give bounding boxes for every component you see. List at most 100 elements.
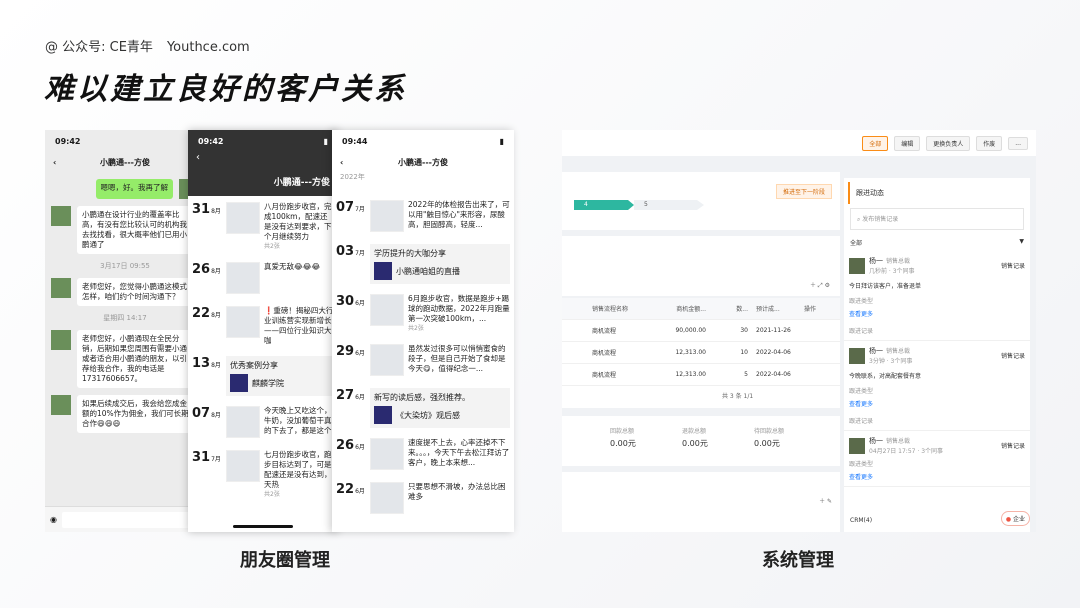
total-label: 待回款总额: [754, 428, 785, 435]
table-row[interactable]: 商机流程 90,000.00 30 2021-11-26: [562, 320, 840, 342]
filter-select[interactable]: 全部: [850, 238, 862, 247]
moment-entry[interactable]: 226月 只要思想不滑坡，办法总比困难多: [332, 476, 514, 520]
moment-image[interactable]: [370, 344, 404, 376]
toolbar-button[interactable]: ...: [1008, 136, 1028, 150]
moment-image[interactable]: [226, 262, 260, 294]
moment-image[interactable]: [370, 438, 404, 470]
photo-count: 共2张: [264, 491, 280, 498]
battery-icon: ▮: [323, 136, 328, 146]
month-label: 6月: [355, 300, 365, 307]
enterprise-chip[interactable]: ● 企业: [1000, 511, 1030, 526]
toolbar-button[interactable]: 作废: [976, 135, 1003, 151]
avatar[interactable]: [51, 395, 71, 415]
shared-link[interactable]: 学历提升的大咖分享 小鹏通咱姐的直播: [370, 244, 510, 284]
moment-entry[interactable]: 276月 新写的读后感，强烈推荐。 《大染坊》观后感: [332, 382, 514, 432]
moment-image[interactable]: [226, 306, 260, 338]
day-number: 13: [192, 356, 211, 371]
chat-message[interactable]: 老师您好，您觉得小鹏通这模式怎样，咱们约个时间沟通下？: [51, 278, 199, 306]
moment-text: 6月跑步收官，数据是跑步+踢球的跑动数据，2022年月跑量第一次突破100km，…: [408, 294, 510, 334]
pager[interactable]: 共 3 条 1/1: [562, 386, 840, 408]
user-name: 杨一: [869, 347, 883, 355]
activity-text: 今晚联系，对高配套餐有意: [849, 373, 922, 380]
activity-input[interactable]: ⌕ 发布销售记录: [850, 208, 1024, 230]
activity-list: 杨一 销售总裁 几秒前 · 3个同事 销售记录 今日拜访该客户，准备退单 跟进类型 查看更多…: [844, 251, 1030, 487]
moment-entry[interactable]: 296月 虽然发过很多可以悄悄蜜食的段子，但是自己开始了食却是今天😋，值得纪念一.…: [332, 338, 514, 382]
total-value: 0.00元: [754, 439, 780, 448]
table-row[interactable]: 商机流程 12,313.00 5 2022-04-06: [562, 364, 840, 386]
avatar[interactable]: [849, 347, 865, 364]
view-more-link[interactable]: 查看更多: [849, 309, 1025, 318]
table-row[interactable]: 商机流程 12,313.00 10 2022-04-06: [562, 342, 840, 364]
voice-icon[interactable]: ◉: [50, 515, 57, 524]
avatar[interactable]: [849, 257, 865, 274]
column-header[interactable]: 数...: [712, 304, 752, 313]
moment-image[interactable]: [370, 482, 404, 514]
table-cell: 商机流程: [592, 328, 617, 335]
toolbar-button[interactable]: 编辑: [894, 135, 921, 151]
column-header[interactable]: 操作: [800, 304, 830, 313]
stage-5[interactable]: 5: [634, 200, 704, 210]
column-header[interactable]: 销售流程名称: [562, 304, 642, 313]
avatar[interactable]: [51, 330, 71, 350]
toolbar-button[interactable]: 更换负责人: [926, 135, 971, 151]
day-number: 26: [192, 262, 211, 277]
moment-date: 078月: [192, 406, 226, 440]
timestamp: 星期四 14:17: [103, 314, 147, 322]
moment-text: 虽然发过很多可以悄悄蜜食的段子，但是自己开始了食却是今天😋，值得纪念一...: [408, 344, 510, 378]
view-more-link[interactable]: 查看更多: [849, 399, 1025, 408]
share-title: 学历提升的大咖分享: [374, 249, 446, 258]
moment-entry[interactable]: 306月 6月跑步收官，数据是跑步+踢球的跑动数据，2022年月跑量第一次突破10…: [332, 288, 514, 338]
stage-4[interactable]: 4: [574, 200, 634, 210]
moment-image[interactable]: [370, 294, 404, 326]
month-label: 8月: [211, 208, 221, 215]
moment-date: 138月: [192, 356, 226, 396]
moment-entry[interactable]: 037月 学历提升的大咖分享 小鹏通咱姐的直播: [332, 238, 514, 288]
moment-body: 今天晚上又吃这个，牛奶，没加葡萄干真的下去了，都是这个: [264, 406, 332, 435]
chat-message[interactable]: 嗯嗯，好。我再了解: [51, 179, 199, 199]
activity-item[interactable]: 杨一 销售总裁 3分钟 · 3个同事 销售记录 今晚联系，对高配套餐有意 跟进类型 查看更多…: [844, 341, 1030, 431]
shared-link[interactable]: 优秀案例分享 麒麟学院: [226, 356, 334, 396]
moment-entry[interactable]: 317月 七月份跑步收官，跑步目标达到了，可是配速还是没有达到，天热 共2张: [188, 444, 338, 504]
moment-image[interactable]: [226, 450, 260, 482]
table-tools-icons[interactable]: ＋ ⤢ ⚙: [810, 280, 830, 290]
follow-type: 跟进类型: [849, 388, 874, 395]
next-stage-button[interactable]: 推进至下一阶段: [775, 184, 832, 199]
activity-item[interactable]: 杨一 销售总裁 几秒前 · 3个同事 销售记录 今日拜访该客户，准备退单 跟进类型 查看更多…: [844, 251, 1030, 341]
chat-message[interactable]: 小鹏通在设计行业的覆盖率比高，有没有您比较认可的机构我去找找看，很大概率他们已用…: [51, 206, 199, 254]
day-number: 07: [192, 406, 211, 421]
moment-entry[interactable]: 078月 今天晚上又吃这个，牛奶，没加葡萄干真的下去了，都是这个: [188, 400, 338, 444]
moment-image[interactable]: [226, 406, 260, 438]
battery-icon: ▮: [499, 136, 504, 146]
moment-entry[interactable]: 266月 速度提不上去，心率还掉不下来。。。，今天下午去松江拜访了客户，晚上本来想…: [332, 432, 514, 476]
chat-message[interactable]: 如果后续成交后，我会给您成金额的10%作为佣金，我们可长期合作😄😄😄: [51, 395, 199, 433]
caption-moments: 朋友圈管理: [240, 550, 330, 571]
avatar[interactable]: [51, 206, 71, 226]
column-header[interactable]: 商机金额...: [642, 304, 712, 313]
notify-icon: ●: [1005, 516, 1012, 523]
column-header[interactable]: 预计成...: [752, 304, 800, 313]
moment-entry[interactable]: 268月 真爱无敌😂😂😂: [188, 256, 338, 300]
table-cell: 12,313.00: [675, 349, 706, 356]
moment-image[interactable]: [370, 200, 404, 232]
view-more-link[interactable]: 查看更多: [849, 472, 1025, 481]
activity-item[interactable]: 杨一 销售总裁 04月27日 17:57 · 3个同事 销售记录 跟进类型 查看更多: [844, 431, 1030, 487]
filter-icon[interactable]: ▼: [1019, 238, 1024, 247]
moment-entry[interactable]: 138月 优秀案例分享 麒麟学院: [188, 350, 338, 400]
moment-entry[interactable]: 228月 ❗重磅！揭秘四大行业训练营实现新增长——四位行业知识大咖: [188, 300, 338, 350]
chat-message[interactable]: 老师您好，小鹏通现在全民分销，后期如果您周围有需要小通或者适合用小鹏通的朋友，以…: [51, 330, 199, 388]
shared-link[interactable]: 新写的读后感，强烈推荐。 《大染坊》观后感: [370, 388, 510, 428]
moment-entry[interactable]: 318月 八月份跑步收官，完成100km，配速还是没有达到要求，下个月继续努力 共2…: [188, 196, 338, 256]
avatar[interactable]: [51, 278, 71, 298]
moment-entry[interactable]: 077月 2022年的体检报告出来了，可以用"触目惊心"来形容，尿酸高，胆固醇高，…: [332, 194, 514, 238]
moment-image[interactable]: [226, 202, 260, 234]
add-icon[interactable]: ＋ ✎: [819, 496, 832, 505]
avatar[interactable]: [849, 437, 865, 454]
toolbar-button[interactable]: 全部: [862, 135, 889, 151]
moment-text: 今天晚上又吃这个，牛奶，没加葡萄干真的下去了，都是这个: [264, 406, 334, 440]
back-icon[interactable]: ‹: [188, 152, 338, 163]
moments-nav: ‹ 小鹏通---方俊: [332, 152, 514, 172]
month-label: 7月: [355, 250, 365, 257]
chat-input[interactable]: [61, 511, 200, 528]
source-line: @ 公众号: CE青年 Youthce.com: [45, 36, 264, 55]
